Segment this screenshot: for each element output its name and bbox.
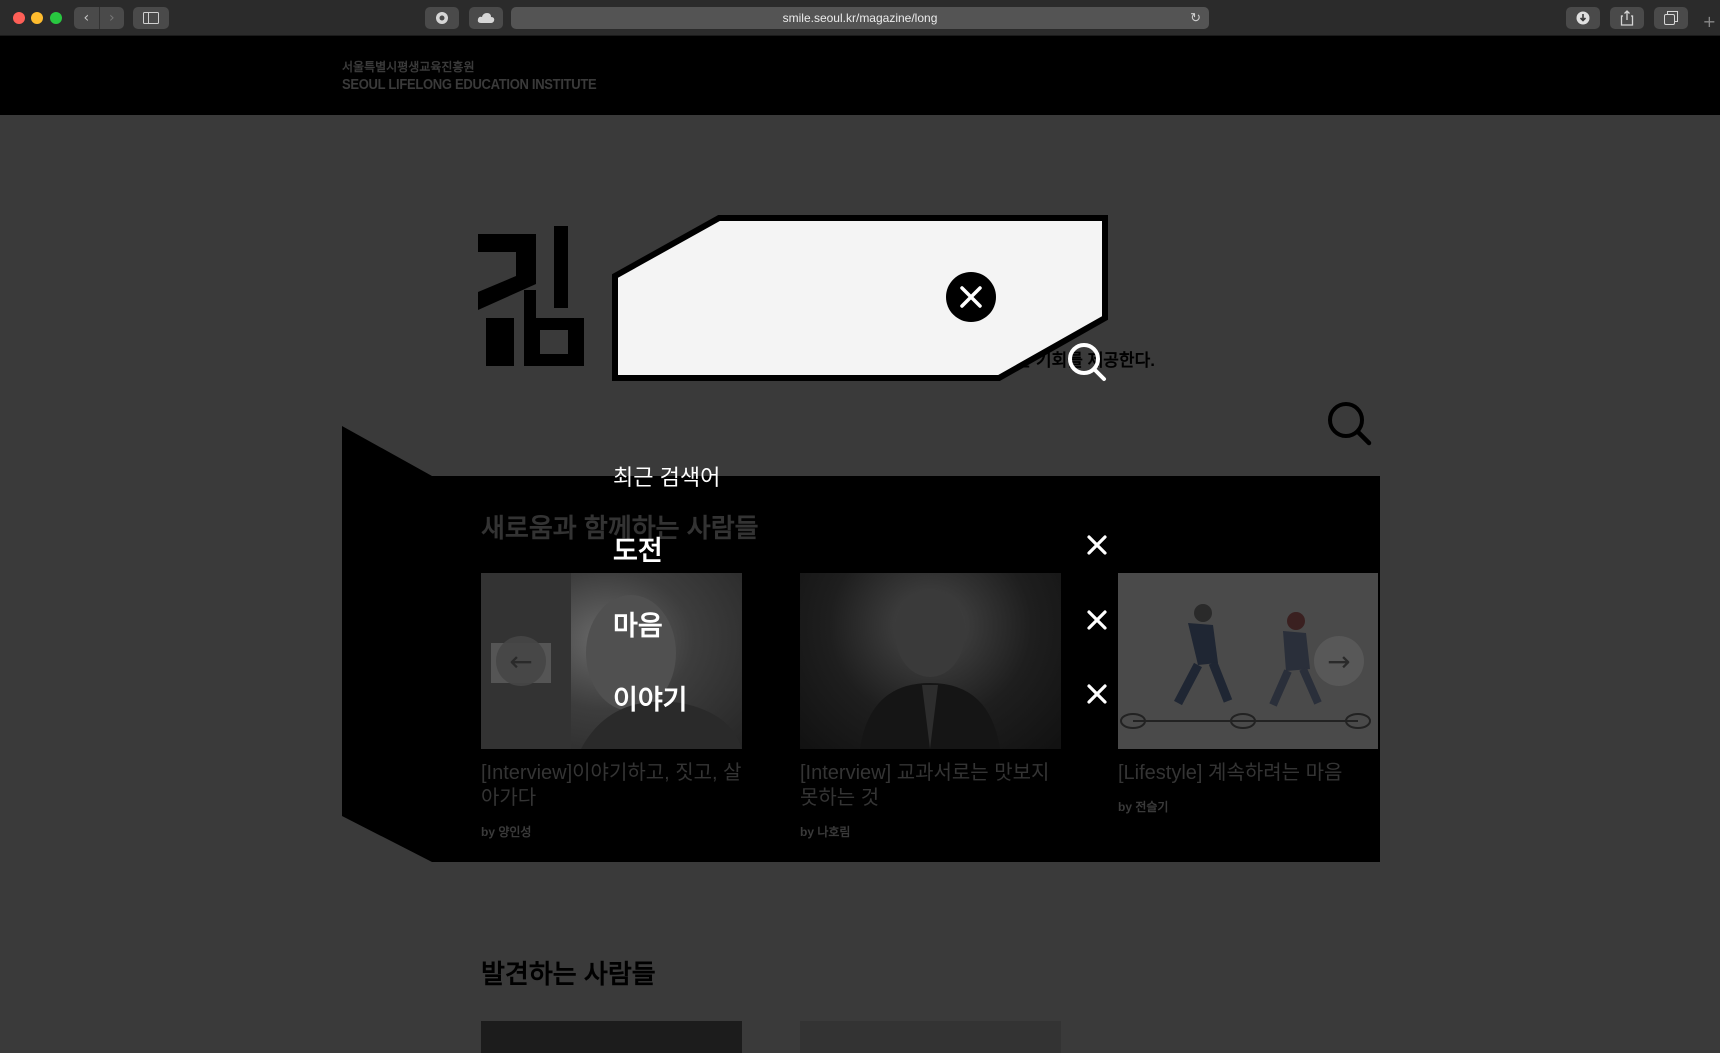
site-header: 서울특별시평생교육진흥원 SEOUL LIFELONG EDUCATION IN… <box>0 36 1720 115</box>
card-image[interactable] <box>481 1021 742 1053</box>
recent-search-term[interactable]: 이야기 <box>613 678 688 717</box>
history-nav: ‹ › <box>74 7 124 29</box>
card-author: by 나호림 <box>800 825 851 839</box>
tabs-overview-button[interactable] <box>1654 7 1688 29</box>
recent-search-term[interactable]: 도전 <box>613 529 663 568</box>
address-bar[interactable]: smile.seoul.kr/magazine/long ↻ <box>511 7 1209 29</box>
cloud-icon <box>477 13 495 23</box>
reload-icon[interactable]: ↻ <box>1190 10 1201 26</box>
download-icon <box>1576 11 1590 25</box>
card-image[interactable] <box>800 1021 1061 1053</box>
remove-recent-term-button[interactable] <box>1085 608 1109 632</box>
recent-search-term[interactable]: 마음 <box>613 604 663 643</box>
zoom-window-button[interactable] <box>50 12 62 24</box>
search-input[interactable] <box>640 260 920 300</box>
card-image[interactable] <box>800 573 1061 749</box>
close-icon <box>960 286 982 308</box>
search-submit-icon[interactable] <box>1066 341 1108 383</box>
carousel-prev-button[interactable]: ← <box>496 636 546 686</box>
extension-icon <box>436 12 448 24</box>
remove-recent-term-button[interactable] <box>1085 533 1109 557</box>
clear-search-button[interactable] <box>946 272 996 322</box>
hero-title-glyph <box>478 226 584 366</box>
url-text: smile.seoul.kr/magazine/long <box>782 11 938 25</box>
extension-button[interactable] <box>425 7 459 29</box>
close-window-button[interactable] <box>13 12 25 24</box>
card-title[interactable]: [Lifestyle] 계속하려는 마음 <box>1118 761 1418 786</box>
downloads-button[interactable] <box>1566 7 1600 29</box>
browser-toolbar: ‹ › smile.seoul.kr/magazine/long ↻ + <box>0 0 1720 36</box>
sidebar-toggle-button[interactable] <box>133 7 169 29</box>
logo-korean[interactable]: 서울특별시평생교육진흥원 <box>342 58 474 75</box>
card-author: by 양인성 <box>481 825 532 839</box>
discover-section-title: 발견하는 사람들 <box>481 959 656 989</box>
card-title[interactable]: [Interview]이야기하고, 짓고, 살아가다 <box>481 761 743 811</box>
sidebar-icon <box>143 12 159 24</box>
close-icon <box>1087 610 1107 630</box>
minimize-window-button[interactable] <box>31 12 43 24</box>
icloud-button[interactable] <box>469 7 503 29</box>
new-tab-icon[interactable]: + <box>1703 12 1716 31</box>
arrow-right-icon: → <box>1327 644 1351 678</box>
back-button[interactable]: ‹ <box>74 7 99 29</box>
remove-recent-term-button[interactable] <box>1085 682 1109 706</box>
close-icon <box>1087 535 1107 555</box>
share-button[interactable] <box>1610 7 1644 29</box>
carousel-next-button[interactable]: → <box>1314 636 1364 686</box>
close-icon <box>1087 684 1107 704</box>
share-icon <box>1620 10 1634 26</box>
tabs-icon <box>1664 11 1678 25</box>
card-author: by 전슬기 <box>1118 800 1169 814</box>
logo-english[interactable]: SEOUL LIFELONG EDUCATION INSTITUTE <box>342 75 597 92</box>
forward-button[interactable]: › <box>98 7 125 29</box>
recent-searches-heading: 최근 검색어 <box>613 465 721 490</box>
card-title[interactable]: [Interview] 교과서로는 맛보지 못하는 것 <box>800 761 1062 811</box>
arrow-left-icon: ← <box>509 644 533 678</box>
